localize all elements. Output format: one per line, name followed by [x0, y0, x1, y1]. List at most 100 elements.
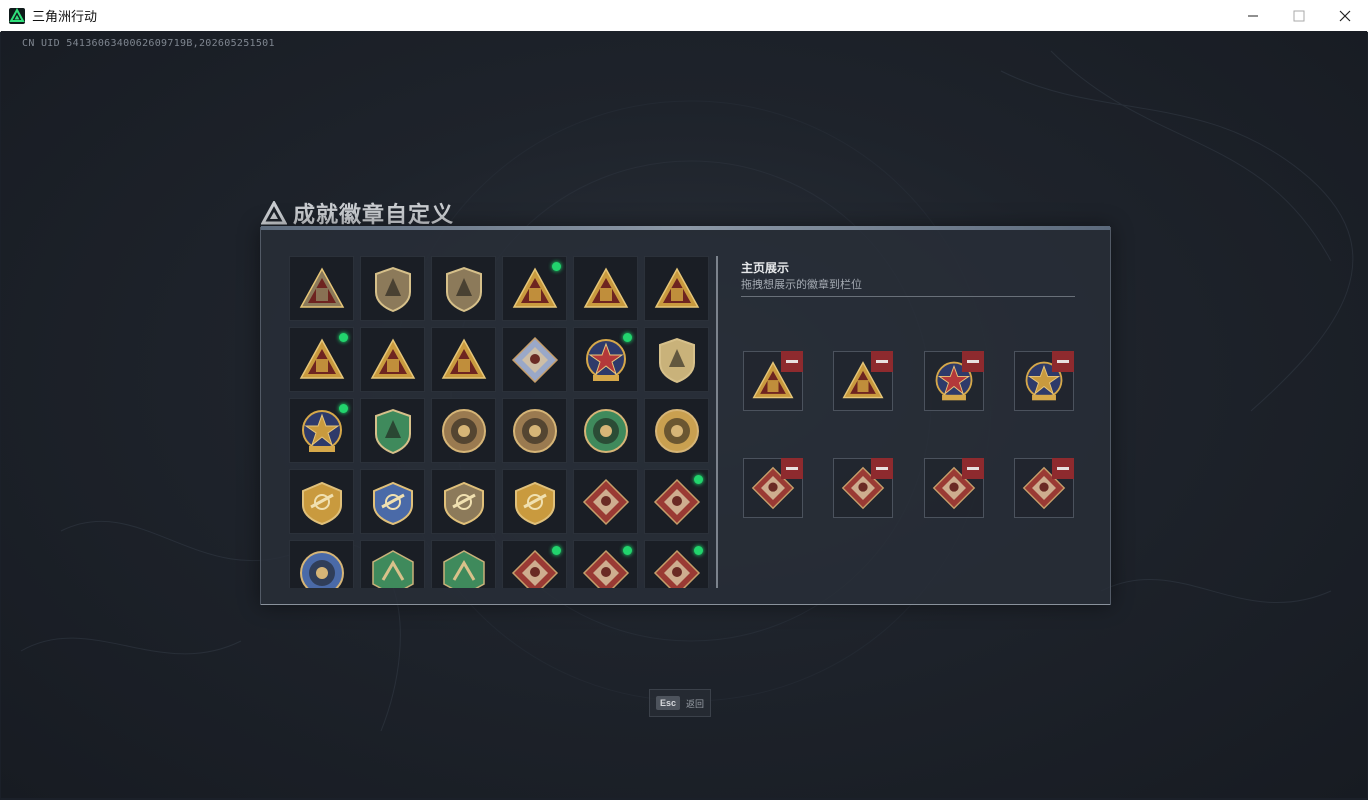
winged-shield-gold-badge-icon — [301, 481, 342, 525]
remove-badge-button[interactable] — [871, 458, 893, 479]
hand-shield-badge-icon — [658, 337, 695, 383]
minus-icon — [967, 360, 979, 363]
close-button[interactable] — [1322, 0, 1368, 31]
showcase-subtitle: 拖拽想展示的徽章到栏位 — [741, 279, 862, 291]
badge-item[interactable] — [431, 256, 496, 321]
showcase-slot[interactable] — [924, 458, 984, 518]
sunburst-badge-icon — [654, 408, 699, 453]
badge-item[interactable] — [360, 540, 425, 588]
badge-item[interactable] — [360, 256, 425, 321]
badge-item[interactable] — [644, 540, 709, 588]
app-logo-icon — [9, 7, 25, 24]
badge-item[interactable] — [573, 540, 638, 588]
minus-icon — [786, 360, 798, 363]
panel-bottom-accent — [261, 604, 1110, 605]
beast-diamond-badge-icon — [582, 478, 629, 525]
uid-watermark: CN UID 5413606340062609719B,202605251501 — [22, 38, 275, 49]
new-indicator-dot — [623, 546, 632, 555]
badge-item[interactable] — [431, 540, 496, 588]
badge-item[interactable] — [573, 398, 638, 463]
minus-icon — [967, 467, 979, 470]
back-label: 返回 — [686, 698, 705, 709]
remove-badge-button[interactable] — [781, 351, 803, 372]
showcase-underline — [741, 296, 1075, 297]
soldiers-triangle-badge-icon — [441, 337, 486, 379]
new-indicator-dot — [623, 333, 632, 342]
diamond-cube-badge-icon — [511, 336, 558, 383]
new-indicator-dot — [694, 546, 703, 555]
badge-item[interactable] — [502, 469, 567, 534]
showcase-slot[interactable] — [833, 458, 893, 518]
badge-item[interactable] — [502, 398, 567, 463]
badge-item[interactable] — [644, 256, 709, 321]
panel-divider — [716, 256, 718, 588]
badge-item[interactable] — [502, 327, 567, 392]
runner-diamond-badge-icon — [653, 549, 700, 588]
minimize-button[interactable] — [1230, 0, 1276, 31]
badge-item[interactable] — [289, 327, 354, 392]
remove-badge-button[interactable] — [962, 351, 984, 372]
badge-item[interactable] — [360, 398, 425, 463]
badge-item[interactable] — [573, 327, 638, 392]
badge-item[interactable] — [289, 540, 354, 588]
badge-item[interactable] — [360, 327, 425, 392]
green-emblem-badge-icon — [583, 408, 628, 453]
badge-item[interactable] — [289, 398, 354, 463]
badge-item[interactable] — [573, 469, 638, 534]
remove-badge-button[interactable] — [781, 458, 803, 479]
badge-item[interactable] — [644, 327, 709, 392]
beast-diamond3-badge-icon — [511, 549, 558, 588]
badge-item[interactable] — [289, 469, 354, 534]
badge-collection-scroll[interactable] — [289, 256, 713, 588]
showcase-slot[interactable] — [1014, 458, 1074, 518]
panel-title: 成就徽章自定义 — [293, 202, 455, 227]
rifle-shield-badge-icon — [443, 481, 484, 525]
badge-item[interactable] — [502, 540, 567, 588]
minus-icon — [1057, 467, 1069, 470]
showcase-slot[interactable] — [743, 351, 803, 411]
remove-badge-button[interactable] — [962, 458, 984, 479]
showcase-slot[interactable] — [743, 458, 803, 518]
showcase-title: 主页展示 — [741, 261, 790, 275]
badge-item[interactable] — [289, 256, 354, 321]
panel-top-accent — [261, 226, 1110, 230]
badge-item[interactable] — [644, 469, 709, 534]
close-icon — [1339, 10, 1351, 21]
arrow-shield-badge-icon — [445, 266, 482, 312]
number-one-triangle-badge-icon — [299, 337, 344, 379]
badge-item[interactable] — [644, 398, 709, 463]
crosshair-skull-badge-icon — [512, 408, 557, 453]
badge-item[interactable] — [431, 327, 496, 392]
soldier-hex-badge-icon — [442, 549, 485, 588]
badge-grid — [289, 256, 713, 588]
winged-shield-blue-badge-icon — [372, 481, 413, 525]
badge-item[interactable] — [360, 469, 425, 534]
maximize-button[interactable] — [1276, 0, 1322, 31]
new-indicator-dot — [339, 404, 348, 413]
star-medal-badge-icon — [585, 338, 626, 381]
remove-badge-button[interactable] — [1052, 458, 1074, 479]
tower-triangle-badge-icon — [654, 266, 699, 308]
new-indicator-dot — [552, 546, 561, 555]
winged-shield-gold2-badge-icon — [514, 481, 555, 525]
stars-crest-badge-icon — [301, 409, 342, 452]
beast-diamond4-badge-icon — [582, 549, 629, 588]
delta-logo-icon — [261, 201, 287, 225]
game-viewport: CN UID 5413606340062609719B,202605251501… — [1, 31, 1367, 798]
showcase-slot[interactable] — [924, 351, 984, 411]
minus-icon — [786, 467, 798, 470]
back-button[interactable]: Esc 返回 — [649, 689, 711, 717]
badge-item[interactable] — [502, 256, 567, 321]
badge-item[interactable] — [431, 398, 496, 463]
showcase-slot[interactable] — [1014, 351, 1074, 411]
beast-diamond2-badge-icon — [653, 478, 700, 525]
badge-item[interactable] — [573, 256, 638, 321]
minimize-icon — [1248, 15, 1258, 16]
remove-badge-button[interactable] — [871, 351, 893, 372]
showcase-slot[interactable] — [833, 351, 893, 411]
badge-item[interactable] — [431, 469, 496, 534]
new-indicator-dot — [552, 262, 561, 271]
minus-icon — [876, 467, 888, 470]
remove-badge-button[interactable] — [1052, 351, 1074, 372]
shield-triangle-badge-icon — [299, 266, 344, 308]
